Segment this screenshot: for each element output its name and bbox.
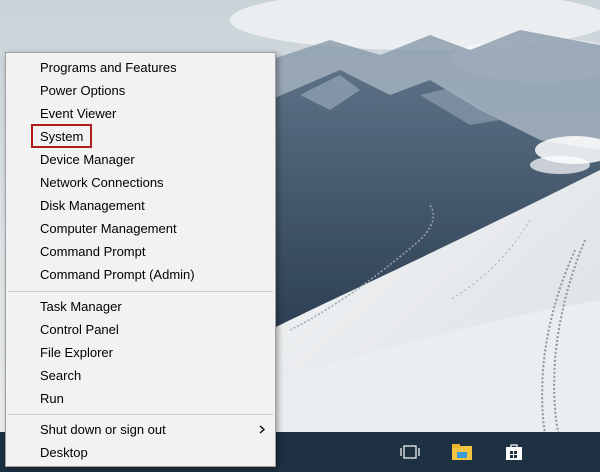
- menu-item-control-panel[interactable]: Control Panel: [6, 318, 275, 341]
- menu-item-desktop[interactable]: Desktop: [6, 441, 275, 464]
- menu-item-network-connections[interactable]: Network Connections: [6, 171, 275, 194]
- menu-item-label: Control Panel: [40, 322, 119, 337]
- menu-item-command-prompt-admin[interactable]: Command Prompt (Admin): [6, 263, 275, 286]
- menu-item-command-prompt[interactable]: Command Prompt: [6, 240, 275, 263]
- file-explorer-icon: [452, 444, 472, 460]
- chevron-right-icon: [259, 418, 265, 441]
- menu-item-label: Disk Management: [40, 198, 145, 213]
- task-view-icon: [400, 445, 420, 459]
- menu-item-label: Command Prompt (Admin): [40, 267, 195, 282]
- menu-item-system[interactable]: System: [6, 125, 275, 148]
- menu-item-label: File Explorer: [40, 345, 113, 360]
- menu-item-label: Search: [40, 368, 82, 383]
- menu-item-label: Network Connections: [40, 175, 164, 190]
- menu-item-device-manager[interactable]: Device Manager: [6, 148, 275, 171]
- menu-item-label: Power Options: [40, 83, 126, 98]
- menu-separator: [8, 414, 273, 415]
- menu-item-programs-and-features[interactable]: Programs and Features: [6, 56, 275, 79]
- menu-separator: [8, 291, 273, 292]
- menu-item-label: Command Prompt: [40, 244, 146, 259]
- power-user-menu: Programs and Features Power Options Even…: [5, 52, 276, 467]
- file-explorer-taskbar-button[interactable]: [438, 432, 486, 472]
- menu-item-label: Task Manager: [40, 299, 122, 314]
- menu-item-label: Event Viewer: [40, 106, 117, 121]
- menu-item-label: System: [40, 129, 84, 144]
- menu-item-label: Computer Management: [40, 221, 177, 236]
- menu-item-label: Run: [40, 391, 64, 406]
- menu-item-run[interactable]: Run: [6, 387, 275, 410]
- menu-item-task-manager[interactable]: Task Manager: [6, 295, 275, 318]
- menu-item-shut-down-or-sign-out[interactable]: Shut down or sign out: [6, 418, 275, 441]
- store-taskbar-button[interactable]: [490, 432, 538, 472]
- menu-item-power-options[interactable]: Power Options: [6, 79, 275, 102]
- menu-item-disk-management[interactable]: Disk Management: [6, 194, 275, 217]
- menu-item-event-viewer[interactable]: Event Viewer: [6, 102, 275, 125]
- task-view-button[interactable]: [386, 432, 434, 472]
- menu-item-label: Desktop: [40, 445, 88, 460]
- menu-item-search[interactable]: Search: [6, 364, 275, 387]
- menu-item-file-explorer[interactable]: File Explorer: [6, 341, 275, 364]
- menu-item-label: Programs and Features: [40, 60, 177, 75]
- store-icon: [506, 444, 522, 460]
- menu-item-computer-management[interactable]: Computer Management: [6, 217, 275, 240]
- menu-item-label: Device Manager: [40, 152, 135, 167]
- menu-item-label: Shut down or sign out: [40, 422, 166, 437]
